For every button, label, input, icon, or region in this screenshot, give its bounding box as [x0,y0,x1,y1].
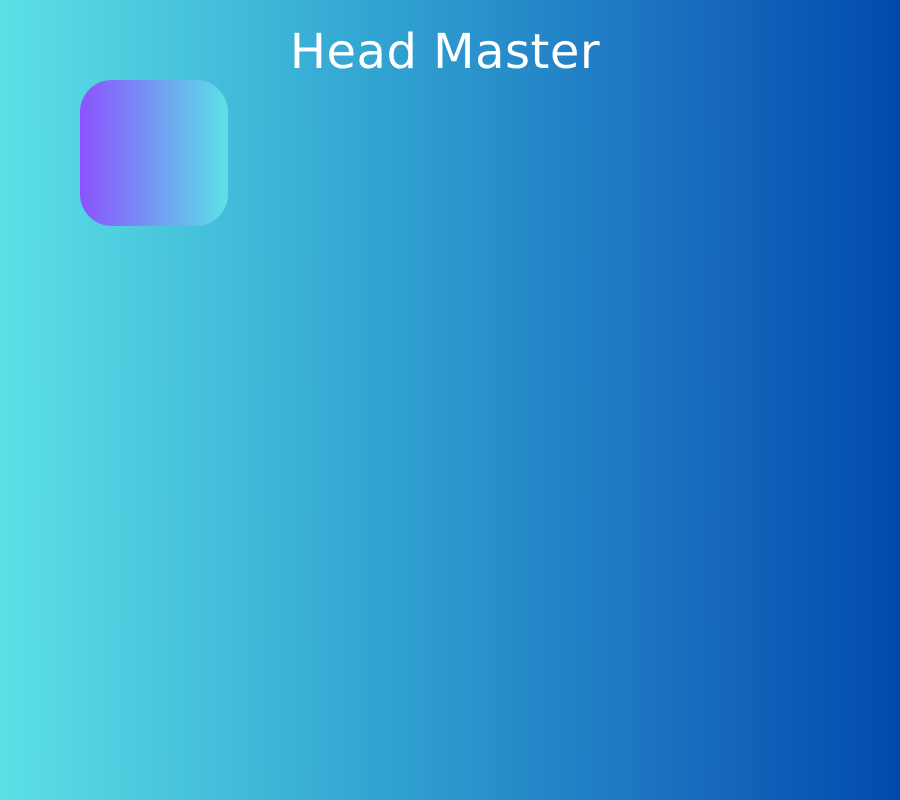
page-title: Head Master [289,24,601,80]
app-tile[interactable] [80,80,228,226]
app-canvas: Head Master [0,0,900,800]
